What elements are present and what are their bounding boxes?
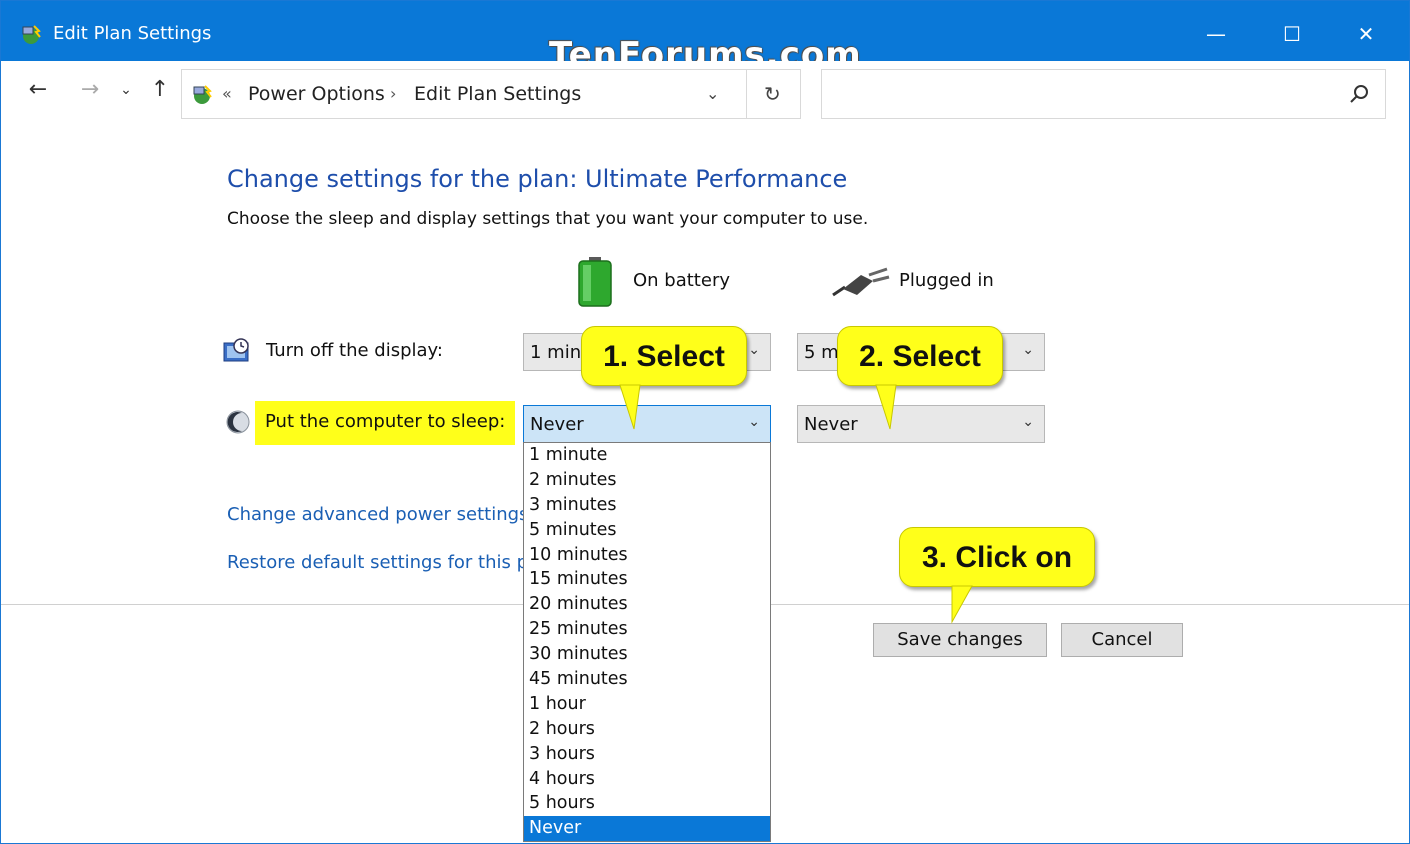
dropdown-option[interactable]: 30 minutes: [524, 642, 770, 667]
dropdown-option[interactable]: 3 minutes: [524, 493, 770, 518]
dropdown-option[interactable]: 15 minutes: [524, 567, 770, 592]
save-changes-button[interactable]: Save changes: [873, 623, 1047, 657]
callout-pointer-icon: [875, 384, 897, 430]
window-title: Edit Plan Settings: [53, 23, 212, 44]
sleep-plugged-value: Never: [804, 414, 858, 435]
sleep-moon-icon: [226, 410, 250, 434]
dropdown-option[interactable]: 25 minutes: [524, 617, 770, 642]
sleep-battery-dropdown-list[interactable]: 1 minute 2 minutes 3 minutes 5 minutes 1…: [523, 442, 771, 842]
chevron-down-icon: ⌄: [1022, 414, 1034, 430]
breadcrumb-edit-plan-settings[interactable]: Edit Plan Settings: [414, 83, 581, 105]
display-timeout-icon: [223, 338, 249, 362]
maximize-button[interactable]: ☐: [1269, 19, 1315, 49]
plug-icon: [832, 267, 890, 297]
refresh-button[interactable]: ↻: [764, 82, 781, 106]
forward-button[interactable]: →: [75, 75, 105, 105]
close-button[interactable]: ✕: [1343, 19, 1389, 49]
back-button[interactable]: ←: [23, 75, 53, 105]
on-battery-label: On battery: [633, 270, 730, 291]
up-button[interactable]: ↑: [145, 75, 175, 105]
callout-step-1: 1. Select: [581, 326, 747, 430]
sleep-plugged-select[interactable]: Never ⌄: [797, 405, 1045, 443]
address-bar[interactable]: « Power Options › Edit Plan Settings ⌄ ↻: [181, 69, 801, 119]
change-advanced-settings-link[interactable]: Change advanced power settings: [227, 504, 528, 525]
callout-step-2: 2. Select: [837, 326, 1003, 430]
dropdown-option[interactable]: 4 hours: [524, 767, 770, 792]
dropdown-option-selected[interactable]: Never: [524, 816, 770, 842]
cancel-button[interactable]: Cancel: [1061, 623, 1183, 657]
chevron-down-icon: ⌄: [748, 342, 760, 358]
search-input[interactable]: [821, 69, 1386, 119]
chevron-down-icon: ⌄: [1022, 342, 1034, 358]
dropdown-option[interactable]: 2 minutes: [524, 468, 770, 493]
recent-locations-button[interactable]: ⌄: [111, 75, 141, 105]
dropdown-option[interactable]: 10 minutes: [524, 543, 770, 568]
dropdown-option[interactable]: 20 minutes: [524, 592, 770, 617]
dropdown-option[interactable]: 2 hours: [524, 717, 770, 742]
dropdown-option[interactable]: 45 minutes: [524, 667, 770, 692]
power-options-icon: [193, 85, 212, 104]
callout-step-1-text: 1. Select: [603, 340, 725, 373]
page-description: Choose the sleep and display settings th…: [227, 209, 869, 229]
address-history-dropdown[interactable]: ⌄: [706, 84, 719, 103]
chevron-down-icon: ⌄: [748, 414, 760, 430]
title-bar: Edit Plan Settings TenForums.com — ☐ ✕: [1, 1, 1409, 75]
callout-step-3: 3. Click on: [899, 527, 1095, 624]
dropdown-option[interactable]: 1 hour: [524, 692, 770, 717]
callout-step-2-text: 2. Select: [859, 340, 981, 373]
breadcrumb-power-options[interactable]: Power Options: [248, 83, 385, 105]
restore-defaults-link[interactable]: Restore default settings for this plan: [227, 552, 525, 573]
dropdown-option[interactable]: 3 hours: [524, 742, 770, 767]
callout-pointer-icon: [951, 585, 973, 624]
sleep-battery-value: Never: [530, 414, 584, 435]
dropdown-option[interactable]: 1 minute: [524, 443, 770, 468]
dropdown-option[interactable]: 5 minutes: [524, 518, 770, 543]
breadcrumb-separator-icon[interactable]: ›: [390, 84, 396, 103]
edit-plan-settings-window: Edit Plan Settings TenForums.com — ☐ ✕ ←…: [0, 0, 1410, 844]
dropdown-option[interactable]: 5 hours: [524, 791, 770, 816]
sleep-timeout-label: Put the computer to sleep:: [255, 401, 516, 445]
callout-step-3-text: 3. Click on: [921, 541, 1073, 574]
display-timeout-label: Turn off the display:: [266, 340, 443, 361]
plugged-in-label: Plugged in: [899, 270, 994, 291]
battery-icon: [578, 257, 612, 307]
breadcrumb-overflow[interactable]: «: [222, 84, 232, 103]
minimize-button[interactable]: —: [1193, 19, 1239, 49]
power-options-icon: [22, 25, 41, 44]
address-divider: [746, 70, 747, 118]
page-title: Change settings for the plan: Ultimate P…: [227, 165, 848, 193]
search-icon: [1350, 85, 1368, 103]
callout-pointer-icon: [619, 384, 641, 430]
navigation-bar: ← → ⌄ ↑ « Power Options › Edit Plan Sett…: [1, 61, 1409, 127]
